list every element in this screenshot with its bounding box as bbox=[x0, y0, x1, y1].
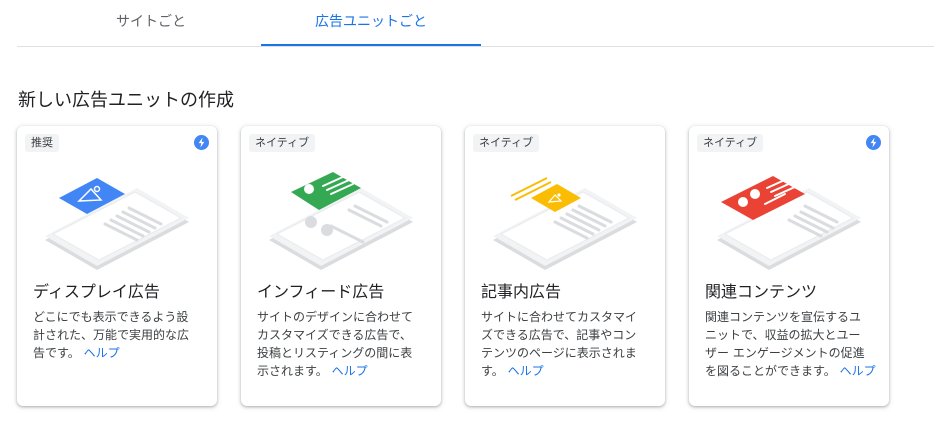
help-link[interactable]: ヘルプ bbox=[840, 364, 876, 378]
native-badge: ネイティブ bbox=[473, 134, 540, 152]
related-content-illustration bbox=[717, 176, 861, 270]
recommended-badge: 推奨 bbox=[25, 134, 59, 152]
display-ad-illustration bbox=[45, 178, 189, 270]
inarticle-ad-card[interactable]: ネイティブ 記事内広告 サイトに合わせてカスタマイ ズできる広告で、記事やコン … bbox=[465, 126, 665, 406]
infeed-ad-illustration bbox=[269, 172, 413, 270]
tab-by-ad-unit[interactable]: 広告ユニットごと bbox=[261, 0, 481, 46]
inarticle-ad-illustration bbox=[493, 177, 637, 270]
native-badge: ネイティブ bbox=[697, 134, 764, 152]
card-description: サイトのデザインに合わせて カスタマイズできる広告で、 投稿とリスティングの間に… bbox=[257, 310, 414, 378]
tab-by-site[interactable]: サイトごと bbox=[85, 0, 217, 45]
help-link[interactable]: ヘルプ bbox=[84, 346, 120, 360]
lightning-icon bbox=[194, 135, 209, 150]
section-title: 新しい広告ユニットの作成 bbox=[18, 90, 234, 111]
native-badge: ネイティブ bbox=[249, 134, 316, 152]
card-title: 記事内広告 bbox=[481, 282, 562, 301]
display-ad-card[interactable]: 推奨 ディスプレイ広告 どこにでも表示できるよう設 計された、万能で実用的な広 … bbox=[17, 126, 217, 406]
infeed-ad-card[interactable]: ネイティブ インフィード広告 サイトのデザインに合わせて カスタマイズできる広告… bbox=[241, 126, 441, 406]
card-description: 関連コンテンツを宣伝するユ ニットで、収益の拡大とユー ザー エンゲージメントの… bbox=[705, 310, 876, 378]
lightning-icon bbox=[866, 135, 881, 150]
card-title: インフィード広告 bbox=[257, 282, 385, 301]
card-title: ディスプレイ広告 bbox=[33, 282, 160, 301]
help-link[interactable]: ヘルプ bbox=[508, 364, 544, 378]
related-content-card[interactable]: ネイティブ 関連コンテンツ 関連コンテンツを宣伝するユ ニットで、収益の拡大とユ… bbox=[689, 126, 889, 406]
tab-bar: サイトごと 広告ユニットごと bbox=[17, 0, 934, 47]
card-description: サイトに合わせてカスタマイ ズできる広告で、記事やコン テンツのページに表示され… bbox=[481, 310, 638, 378]
help-link[interactable]: ヘルプ bbox=[332, 364, 368, 378]
card-title: 関連コンテンツ bbox=[705, 282, 818, 301]
card-description: どこにでも表示できるよう設 計された、万能で実用的な広 告です。 ヘルプ bbox=[33, 310, 190, 360]
